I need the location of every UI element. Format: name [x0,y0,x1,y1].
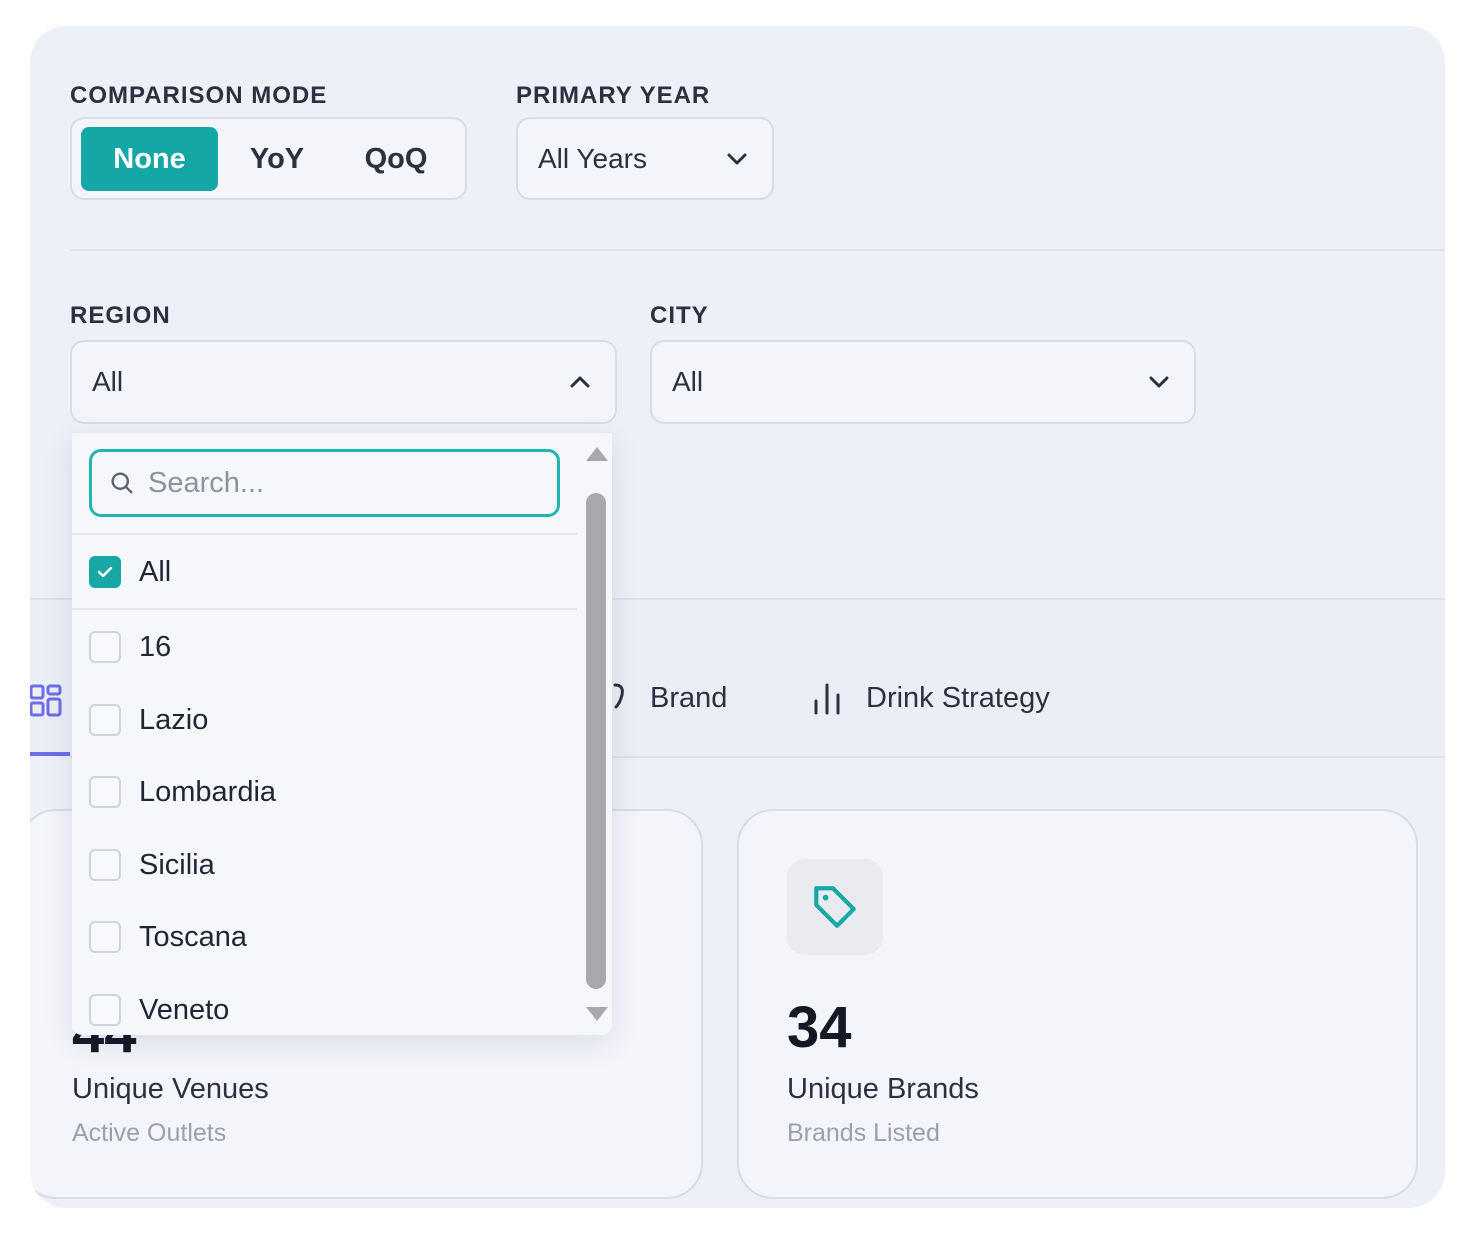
region-option-toscana[interactable]: Toscana [89,907,569,967]
unique-brands-card: 34 Unique Brands Brands Listed [737,809,1418,1199]
comparison-mode-toggle: None YoY QoQ [70,117,467,200]
dropdown-divider [72,533,577,535]
region-option-sicilia[interactable]: Sicilia [89,835,569,895]
unique-venues-subtitle: Active Outlets [72,1119,227,1147]
dashboard-grid-icon[interactable] [30,684,62,718]
dropdown-divider [72,608,577,610]
checkbox[interactable] [89,776,121,808]
comparison-mode-label: COMPARISON MODE [70,82,328,109]
search-icon [111,472,133,494]
dropdown-scrollbar[interactable] [584,445,610,1025]
bar-chart-icon [814,683,840,715]
city-select[interactable]: All [650,340,1196,424]
scroll-down-arrow-icon[interactable] [585,1005,609,1023]
checkbox[interactable] [89,921,121,953]
region-option-veneto[interactable]: Veneto [89,980,569,1040]
tab-brand-label: Brand [650,681,728,714]
section-divider [70,249,1445,251]
tab-drink-strategy[interactable]: Drink Strategy [812,681,1050,715]
primary-year-label: PRIMARY YEAR [516,82,711,109]
checkbox-checked[interactable] [89,556,121,588]
region-search-input[interactable] [148,466,528,500]
chevron-down-icon [1149,376,1169,388]
region-option-label: All [139,555,172,588]
scrollbar-thumb[interactable] [586,493,606,989]
region-value: All [92,366,124,397]
region-select[interactable]: All [70,340,617,424]
region-option-lazio[interactable]: Lazio [89,690,569,750]
unique-brands-subtitle: Brands Listed [787,1119,940,1147]
region-search-box[interactable] [89,449,560,517]
unique-venues-title: Unique Venues [72,1073,269,1105]
check-icon [97,566,113,578]
region-option-label: Sicilia [139,848,215,881]
region-option-label: Lazio [139,703,209,736]
active-tab-underline [30,752,70,756]
city-value: All [672,366,704,397]
region-option-label: Veneto [139,993,230,1026]
checkbox[interactable] [89,704,121,736]
tab-brand[interactable]: Brand [610,681,727,715]
primary-year-select[interactable]: All Years [516,117,774,200]
checkbox[interactable] [89,631,121,663]
chevron-up-icon [570,376,590,388]
tab-drink-strategy-label: Drink Strategy [866,681,1050,714]
brands-icon-tile [787,859,883,955]
unique-brands-value: 34 [787,995,852,1060]
region-option-16[interactable]: 16 [89,617,569,677]
region-option-label: 16 [139,630,172,663]
checkbox[interactable] [89,994,121,1026]
checkbox[interactable] [89,849,121,881]
region-option-lombardia[interactable]: Lombardia [89,762,569,822]
scroll-up-arrow-icon[interactable] [585,445,609,463]
primary-year-value: All Years [538,142,647,174]
region-dropdown-menu: All 16 Lazio Lombardia Sicilia Toscana V… [72,433,612,1035]
region-option-label: Toscana [139,920,248,953]
chevron-down-icon [727,153,747,164]
region-option-label: Lombardia [139,775,277,808]
mode-none-button[interactable]: None [81,127,218,191]
brand-icon [613,683,624,709]
tag-icon [814,886,856,928]
mode-qoq-button[interactable]: QoQ [336,127,456,191]
unique-brands-title: Unique Brands [787,1073,979,1105]
mode-yoy-button[interactable]: YoY [222,127,332,191]
city-label: CITY [650,302,709,329]
region-option-all[interactable]: All [89,542,569,602]
region-label: REGION [70,302,171,329]
